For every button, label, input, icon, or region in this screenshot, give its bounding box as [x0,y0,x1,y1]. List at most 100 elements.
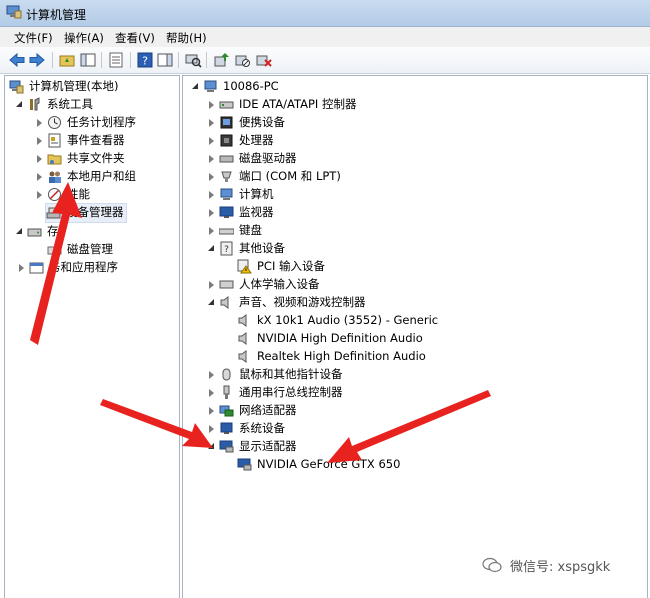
properties-icon[interactable] [107,51,125,69]
update-driver-icon[interactable] [212,51,230,69]
expanded-arrow-icon[interactable] [15,227,23,235]
collapsed-arrow-icon[interactable] [209,389,214,397]
device-category-system[interactable]: 系统设备 [185,420,585,437]
device-tree-label: Realtek High Definition Audio [257,349,426,363]
device-category-sound[interactable]: 声音、视频和游戏控制器 [185,294,585,311]
collapsed-arrow-icon[interactable] [209,101,214,109]
device-category-display-adapters[interactable]: 显示适配器 [185,438,585,455]
tree-item-performance[interactable]: 性能 [7,186,177,203]
collapsed-arrow-icon[interactable] [209,137,214,145]
collapsed-arrow-icon[interactable] [209,281,214,289]
device-category-computer[interactable]: 计算机 [185,186,585,203]
speaker-icon [238,350,247,363]
device-category-hid[interactable]: 人体学输入设备 [185,276,585,293]
help-icon[interactable]: ? [136,51,154,69]
device-tree-label: 通用串行总线控制器 [239,385,343,399]
port-icon [221,171,232,182]
title-bar: 计算机管理 [0,0,650,27]
tree-item-task-scheduler[interactable]: 任务计划程序 [7,114,177,131]
collapsed-arrow-icon[interactable] [209,209,214,217]
speaker-icon [220,296,229,309]
tree-label: 系统工具 [47,97,93,111]
device-category-ports[interactable]: 端口 (COM 和 LPT) [185,168,585,185]
portable-device-icon [220,116,233,129]
device-category-portable[interactable]: 便携设备 [185,114,585,131]
toolbar-separator [206,52,207,68]
device-tree-label: kX 10k1 Audio (3552) - Generic [257,313,439,327]
device-category-processor[interactable]: 处理器 [185,132,585,149]
disk-drive-icon [219,155,234,163]
device-category-ide[interactable]: IDE ATA/ATAPI 控制器 [185,96,585,113]
device-audio-kx[interactable]: kX 10k1 Audio (3552) - Generic [185,312,585,329]
tree-item-shared-folders[interactable]: 共享文件夹 [7,150,177,167]
up-folder-icon[interactable] [58,51,76,69]
device-category-monitors[interactable]: 监视器 [185,204,585,221]
tree-item-disk-management[interactable]: 磁盘管理 [7,241,177,258]
device-gpu-gtx650[interactable]: NVIDIA GeForce GTX 650 [185,456,585,473]
forward-arrow-icon[interactable] [28,51,46,69]
tree-item-services-applications[interactable]: 务和应用程序 [7,259,177,276]
wechat-icon [482,557,502,573]
collapsed-arrow-icon[interactable] [209,227,214,235]
toolbar-separator [178,52,179,68]
device-category-mice[interactable]: 鼠标和其他指针设备 [185,366,585,383]
device-category-other[interactable]: ? 其他设备 [185,240,585,257]
device-tree-label: 便携设备 [239,115,285,129]
collapsed-arrow-icon[interactable] [209,407,214,415]
device-tree-label: IDE ATA/ATAPI 控制器 [239,97,357,111]
collapsed-arrow-icon[interactable] [209,191,214,199]
device-category-network[interactable]: 网络适配器 [185,402,585,419]
tree-item-computer-management[interactable]: 计算机管理(本地) [7,78,177,95]
tree-label: 磁盘管理 [67,242,113,256]
collapsed-arrow-icon[interactable] [37,155,42,163]
svg-text:?: ? [224,245,229,255]
back-arrow-icon[interactable] [8,51,26,69]
device-category-disk-drives[interactable]: 磁盘驱动器 [185,150,585,167]
menu-action[interactable]: 操作(A) [64,30,104,46]
expanded-arrow-icon[interactable] [191,82,199,90]
expanded-arrow-icon[interactable] [15,100,23,108]
collapsed-arrow-icon[interactable] [37,173,42,181]
device-tree-root[interactable]: 10086-PC [185,78,485,95]
collapsed-arrow-icon[interactable] [19,264,24,272]
collapsed-arrow-icon[interactable] [209,173,214,181]
storage-icon [27,228,42,237]
menu-view[interactable]: 查看(V) [115,30,155,46]
collapsed-arrow-icon[interactable] [209,425,214,433]
device-audio-nvidia[interactable]: NVIDIA High Definition Audio [185,330,585,347]
expanded-arrow-icon[interactable] [207,244,215,252]
device-pci-input[interactable]: PCI 输入设备 [185,258,585,275]
device-audio-realtek[interactable]: Realtek High Definition Audio [185,348,585,365]
tree-label: 本地用户和组 [67,169,136,183]
toolbar-separator [101,52,102,68]
disable-device-icon[interactable] [233,51,251,69]
device-tree-label: 计算机 [239,187,274,201]
tree-item-local-users[interactable]: 本地用户和组 [7,168,177,185]
tree-item-event-viewer[interactable]: 事件查看器 [7,132,177,149]
menu-help[interactable]: 帮助(H) [166,30,207,46]
device-category-keyboards[interactable]: 键盘 [185,222,585,239]
collapsed-arrow-icon[interactable] [37,191,42,199]
tree-item-device-manager[interactable]: 设备管理器 [45,203,127,223]
collapsed-arrow-icon[interactable] [37,137,42,145]
collapsed-arrow-icon[interactable] [209,155,214,163]
expanded-arrow-icon[interactable] [207,442,215,450]
tools-icon [30,97,40,111]
action-pane-icon[interactable] [156,51,174,69]
tree-label: 任务计划程序 [67,115,136,129]
hid-icon [219,280,234,289]
tree-item-storage[interactable]: 存 [7,223,177,240]
collapsed-arrow-icon[interactable] [209,119,214,127]
services-icon [29,262,44,274]
menu-file[interactable]: 文件(F) [14,30,53,46]
expanded-arrow-icon[interactable] [207,298,215,306]
uninstall-device-icon[interactable] [254,51,272,69]
tree-item-system-tools[interactable]: 系统工具 [7,96,177,113]
show-hide-console-tree-icon[interactable] [79,51,97,69]
collapsed-arrow-icon[interactable] [209,371,214,379]
scan-hardware-icon[interactable] [184,51,202,69]
collapsed-arrow-icon[interactable] [37,119,42,127]
svg-text:?: ? [142,55,148,68]
device-category-usb[interactable]: 通用串行总线控制器 [185,384,585,401]
tree-label: 共享文件夹 [67,151,125,165]
